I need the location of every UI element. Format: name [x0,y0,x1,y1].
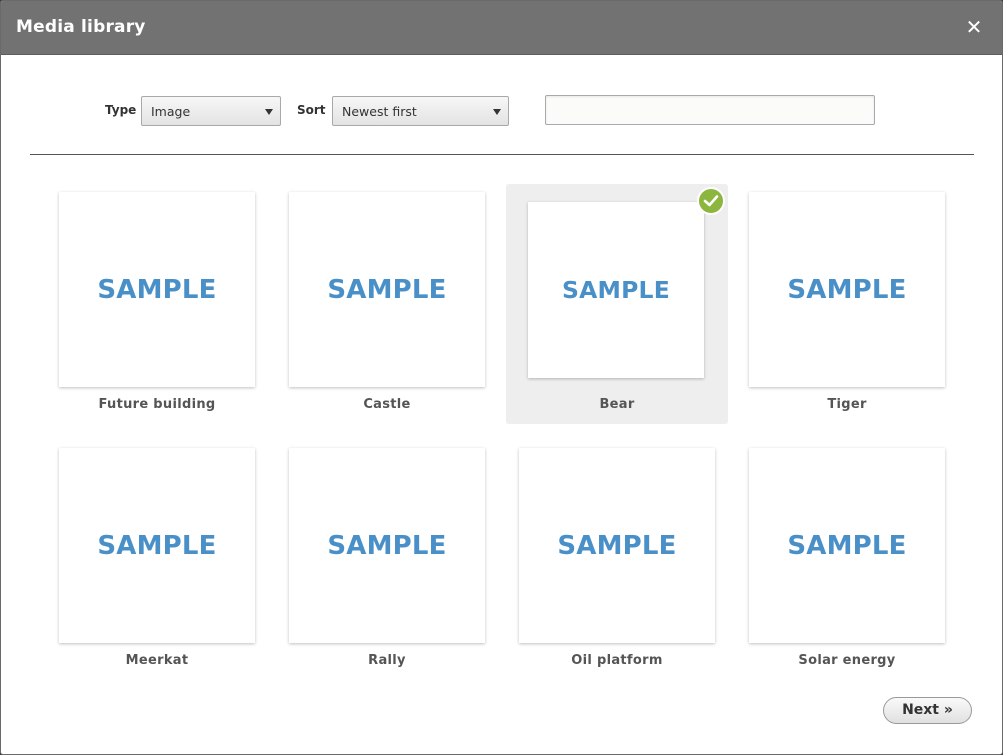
media-caption: Meerkat [125,653,189,668]
media-thumbnail: SAMPLE [59,448,255,643]
media-thumbnail: SAMPLE [59,192,255,387]
media-item[interactable]: SAMPLE Meerkat [41,440,263,680]
thumbnail-sample-text: SAMPLE [97,530,217,561]
media-item[interactable]: SAMPLE Rally [271,440,493,680]
media-item[interactable]: SAMPLE Future building [41,184,263,424]
type-select[interactable]: Image [141,96,281,126]
thumbnail-sample-text: SAMPLE [327,274,447,305]
type-select-value: Image [151,104,191,119]
close-icon[interactable]: ✕ [963,13,985,41]
media-thumbnail: SAMPLE [289,192,485,387]
media-caption: Tiger [827,397,867,412]
media-caption: Future building [98,397,216,412]
thumbnail-sample-text: SAMPLE [787,274,907,305]
search-input[interactable] [545,95,875,125]
media-caption: Castle [363,397,411,412]
media-item[interactable]: SAMPLE Tiger [731,184,953,424]
media-item-selected[interactable]: SAMPLE Bear [506,184,728,424]
type-label: Type [105,103,137,117]
sort-label: Sort [297,103,326,117]
thumbnail-sample-text: SAMPLE [557,530,677,561]
media-library-dialog: Media library ✕ Type Image Sort Newest f… [0,0,1003,755]
media-item[interactable]: SAMPLE Oil platform [501,440,723,680]
next-button[interactable]: Next » [883,697,972,724]
thumbnail-sample-text: SAMPLE [97,274,217,305]
media-caption: Solar energy [798,653,896,668]
chevron-down-icon [265,109,273,115]
media-item[interactable]: SAMPLE Solar energy [731,440,953,680]
media-caption: Oil platform [571,653,663,668]
thumbnail-sample-text: SAMPLE [327,530,447,561]
dialog-titlebar: Media library ✕ [1,1,1002,55]
dialog-title: Media library [16,17,146,37]
sort-select[interactable]: Newest first [332,96,509,126]
media-caption: Rally [368,653,406,668]
thumbnail-sample-text: SAMPLE [562,276,670,304]
checkmark-icon [697,187,725,215]
media-thumbnail: SAMPLE [749,192,945,387]
media-thumbnail: SAMPLE [749,448,945,643]
media-caption: Bear [599,397,635,412]
chevron-down-icon [493,109,501,115]
media-thumbnail: SAMPLE [528,202,704,378]
media-item[interactable]: SAMPLE Castle [271,184,493,424]
media-thumbnail: SAMPLE [289,448,485,643]
divider [30,154,974,155]
filter-bar: Type Image Sort Newest first [1,93,1002,129]
media-thumbnail: SAMPLE [519,448,715,643]
sort-select-value: Newest first [342,104,417,119]
thumbnail-sample-text: SAMPLE [787,530,907,561]
